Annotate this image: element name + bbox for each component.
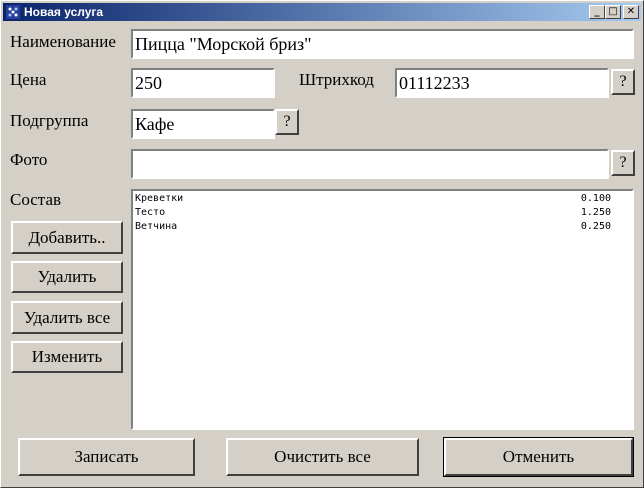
save-button[interactable]: Записать <box>18 438 195 476</box>
barcode-lookup-button[interactable]: ? <box>611 69 635 95</box>
new-service-window: Новая услуга _ □ ✕ Наименование Пицца "М… <box>0 0 644 488</box>
ingredient-qty: 1.250 <box>580 207 611 218</box>
delete-ingredient-button[interactable]: Удалить <box>11 261 123 293</box>
ingredient-name: Тесто <box>135 207 166 218</box>
app-icon <box>6 5 20 19</box>
minimize-icon: _ <box>594 6 600 17</box>
edit-ingredient-button[interactable]: Изменить <box>11 341 123 373</box>
composition-list[interactable]: Креветки 0.100 Тесто 1.250 Ветчина 0.250 <box>131 189 634 430</box>
maximize-button[interactable]: □ <box>605 5 621 19</box>
subgroup-label: Подгруппа <box>10 111 89 130</box>
barcode-field[interactable]: 01112233 <box>395 68 609 98</box>
maximize-icon: □ <box>608 6 618 17</box>
list-item[interactable]: Тесто 1.250 <box>135 207 611 221</box>
cancel-button[interactable]: Отменить <box>443 437 634 477</box>
name-field[interactable]: Пицца "Морской бриз" <box>131 29 634 59</box>
ingredient-qty: 0.100 <box>580 193 611 204</box>
add-ingredient-button[interactable]: Добавить.. <box>11 221 123 254</box>
photo-lookup-button[interactable]: ? <box>611 150 635 176</box>
window-title: Новая услуга <box>24 5 104 19</box>
minimize-button[interactable]: _ <box>589 5 605 19</box>
price-field[interactable]: 250 <box>131 68 275 98</box>
subgroup-lookup-button[interactable]: ? <box>275 109 299 135</box>
barcode-label: Штрихкод <box>299 70 374 89</box>
ingredient-name: Креветки <box>135 193 184 204</box>
price-label: Цена <box>10 70 47 89</box>
ingredient-name: Ветчина <box>135 221 178 232</box>
close-icon: ✕ <box>626 6 636 17</box>
ingredient-qty: 0.250 <box>580 221 611 232</box>
photo-label: Фото <box>10 150 48 169</box>
photo-field[interactable] <box>131 149 609 179</box>
name-label: Наименование <box>10 32 116 51</box>
clear-all-button[interactable]: Очистить все <box>226 438 419 476</box>
subgroup-field[interactable]: Кафе <box>131 109 275 139</box>
list-item[interactable]: Креветки 0.100 <box>135 193 611 207</box>
composition-label: Состав <box>10 190 62 209</box>
close-button[interactable]: ✕ <box>623 5 639 19</box>
delete-all-ingredients-button[interactable]: Удалить все <box>11 301 123 334</box>
title-bar[interactable]: Новая услуга _ □ ✕ <box>3 3 641 21</box>
list-item[interactable]: Ветчина 0.250 <box>135 221 611 235</box>
